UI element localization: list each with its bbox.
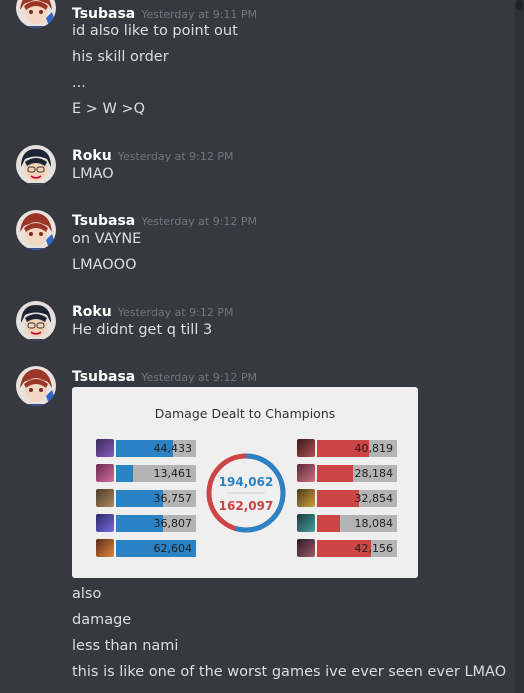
author-name[interactable]: Roku <box>72 304 112 320</box>
image-attachment[interactable]: Damage Dealt to Champions 44,433 13,461 … <box>72 387 418 578</box>
avatar-roku[interactable] <box>16 145 56 185</box>
avatar-tsubasa[interactable] <box>16 210 56 250</box>
damage-bar: 62,604 <box>116 540 196 557</box>
timestamp: Yesterday at 9:12 PM <box>117 306 234 319</box>
message-text: also <box>72 586 102 602</box>
timestamp: Yesterday at 9:11 PM <box>141 8 258 21</box>
damage-value: 44,433 <box>153 442 193 455</box>
red-player-row: 32,854 <box>297 489 399 507</box>
scrollbar-thumb[interactable] <box>516 0 523 10</box>
damage-value: 36,757 <box>153 492 193 505</box>
damage-value: 32,854 <box>354 492 394 505</box>
damage-bar: 36,807 <box>116 515 196 532</box>
damage-value: 13,461 <box>153 467 193 480</box>
scrollbar[interactable] <box>515 0 524 693</box>
message-text: on VAYNE <box>72 231 142 247</box>
damage-bar-fill <box>116 465 134 482</box>
damage-bar: 42,156 <box>317 540 397 557</box>
damage-bar-fill <box>317 515 341 532</box>
message-text: damage <box>72 612 132 628</box>
message-text: less than nami <box>72 638 179 654</box>
damage-bar-fill <box>317 490 359 507</box>
champion-icon <box>96 489 114 507</box>
damage-value: 28,184 <box>354 467 394 480</box>
message-text: He didnt get q till 3 <box>72 322 213 338</box>
avatar-tsubasa[interactable] <box>16 366 56 406</box>
blue-team-total: 194,062 <box>218 475 274 489</box>
avatar-tsubasa[interactable] <box>16 0 56 28</box>
damage-bar: 44,433 <box>116 440 196 457</box>
blue-player-row: 36,807 <box>96 514 198 532</box>
champion-icon <box>297 514 315 532</box>
author-name[interactable]: Tsubasa <box>72 369 135 385</box>
blue-player-row: 62,604 <box>96 539 198 557</box>
damage-bar: 28,184 <box>317 465 397 482</box>
blue-player-row: 44,433 <box>96 439 198 457</box>
damage-value: 40,819 <box>354 442 394 455</box>
damage-value: 18,084 <box>354 517 394 530</box>
red-player-row: 42,156 <box>297 539 399 557</box>
champion-icon <box>297 464 315 482</box>
message-text: ... <box>72 75 86 91</box>
blue-player-row: 13,461 <box>96 464 198 482</box>
champion-icon <box>96 464 114 482</box>
author-name[interactable]: Tsubasa <box>72 213 135 229</box>
damage-bar: 32,854 <box>317 490 397 507</box>
damage-value: 36,807 <box>153 517 193 530</box>
damage-value: 42,156 <box>354 542 394 555</box>
timestamp: Yesterday at 9:12 PM <box>141 371 258 384</box>
author-name[interactable]: Roku <box>72 148 112 164</box>
champion-icon <box>297 439 315 457</box>
attachment-title: Damage Dealt to Champions <box>154 406 336 421</box>
damage-bar: 13,461 <box>116 465 196 482</box>
red-player-row: 40,819 <box>297 439 399 457</box>
message-text: E > W >Q <box>72 101 146 117</box>
damage-bar: 40,819 <box>317 440 397 457</box>
champion-icon <box>96 439 114 457</box>
damage-ratio-donut <box>206 453 286 533</box>
blue-player-row: 36,757 <box>96 489 198 507</box>
damage-bar-fill <box>317 465 353 482</box>
red-player-row: 18,084 <box>297 514 399 532</box>
champion-icon <box>297 489 315 507</box>
blue-team-column: 44,433 13,461 36,757 36,807 62,604 <box>96 439 198 559</box>
timestamp: Yesterday at 9:12 PM <box>141 215 258 228</box>
damage-bar: 18,084 <box>317 515 397 532</box>
message-text: LMAO <box>72 166 114 182</box>
avatar-roku[interactable] <box>16 301 56 341</box>
red-player-row: 28,184 <box>297 464 399 482</box>
message-text: id also like to point out <box>72 23 238 39</box>
message-text: his skill order <box>72 49 169 65</box>
timestamp: Yesterday at 9:12 PM <box>117 150 234 163</box>
damage-bar: 36,757 <box>116 490 196 507</box>
champion-icon <box>96 539 114 557</box>
author-name[interactable]: Tsubasa <box>72 6 135 22</box>
champion-icon <box>96 514 114 532</box>
message-text: LMAOOO <box>72 257 137 273</box>
red-team-total: 162,097 <box>218 499 274 513</box>
red-team-column: 40,819 28,184 32,854 18,084 42,156 <box>297 439 399 559</box>
message-text: this is like one of the worst games ive … <box>72 664 507 680</box>
damage-value: 62,604 <box>153 542 193 555</box>
champion-icon <box>297 539 315 557</box>
